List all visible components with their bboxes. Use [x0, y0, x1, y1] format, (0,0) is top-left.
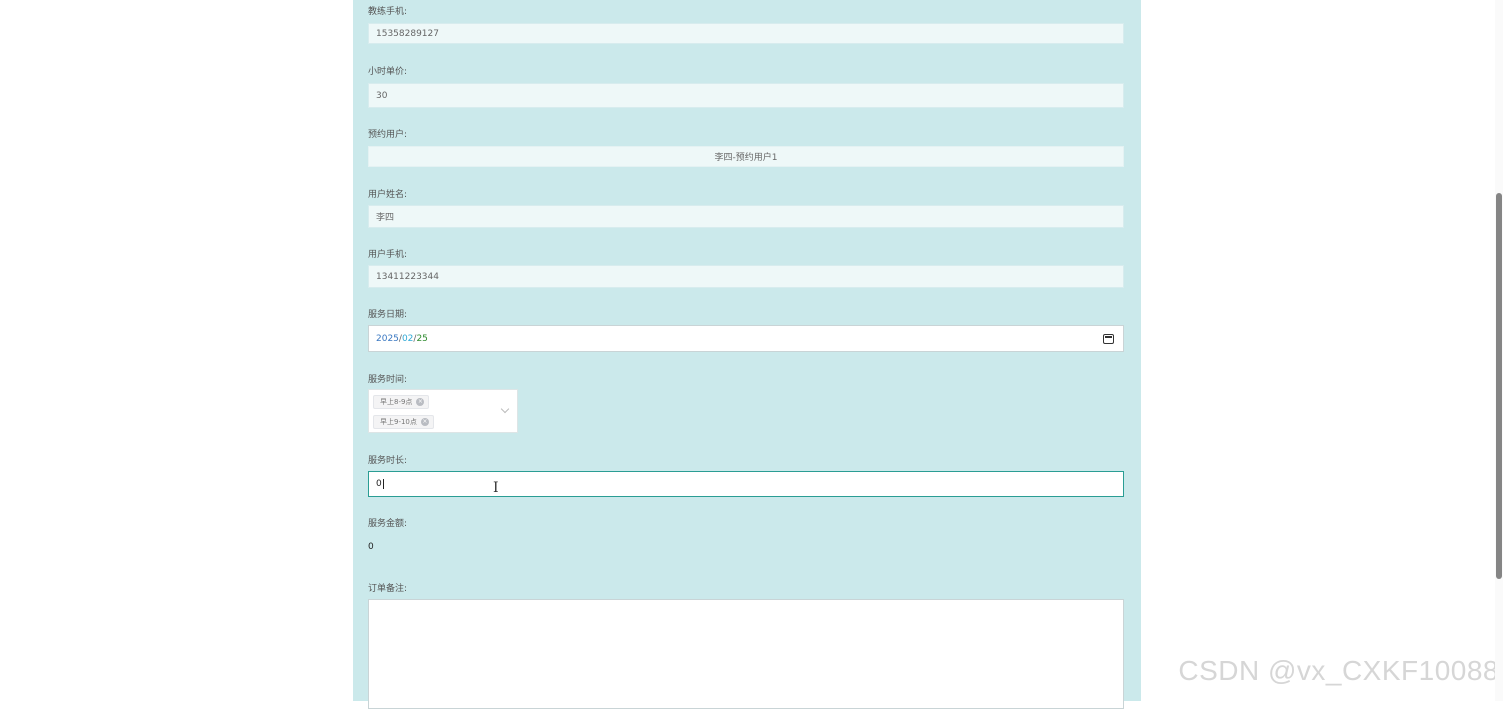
- service-amount-label: 服务金额:: [368, 519, 408, 529]
- service-time-label: 服务时间:: [368, 375, 408, 385]
- tag-close-icon[interactable]: ×: [420, 418, 429, 426]
- date-day: 25: [416, 333, 428, 344]
- time-tag: 早上9-10点 ×: [373, 415, 434, 429]
- date-year: 2025: [376, 333, 399, 344]
- coach-phone-label: 教练手机:: [368, 7, 408, 17]
- booking-user-label: 预约用户:: [368, 130, 408, 140]
- hourly-price-label: 小时单价:: [368, 67, 408, 77]
- booking-user-value: 李四-预约用户1: [714, 153, 778, 163]
- service-duration-value: 0: [376, 479, 382, 489]
- scrollbar-thumb[interactable]: [1496, 193, 1502, 579]
- order-note-textarea[interactable]: [368, 599, 1124, 709]
- tag-close-icon[interactable]: ×: [416, 398, 425, 406]
- service-amount-value: 0: [368, 542, 374, 552]
- date-month: 02: [401, 333, 414, 344]
- user-phone-label: 用户手机:: [368, 250, 408, 260]
- calendar-icon[interactable]: [1103, 334, 1114, 344]
- order-note-label: 订单备注:: [368, 584, 408, 594]
- user-phone-value: 13411223344: [376, 271, 439, 282]
- hourly-price-value: 30: [376, 90, 388, 101]
- time-tag-label: 早上9-10点: [380, 418, 417, 426]
- text-caret: [382, 479, 384, 489]
- hourly-price-field[interactable]: 30: [368, 83, 1124, 108]
- form-panel: 教练手机: 15358289127 小时单价: 30 预约用户: 李四-预约用户…: [353, 0, 1141, 709]
- coach-phone-value: 15358289127: [376, 28, 439, 39]
- service-duration-label: 服务时长:: [368, 456, 408, 466]
- service-time-select[interactable]: 早上8-9点 × 早上9-10点 ×: [368, 389, 518, 433]
- chevron-down-icon[interactable]: [500, 404, 510, 414]
- user-name-field[interactable]: 李四: [368, 205, 1124, 228]
- time-tag-label: 早上8-9点: [380, 398, 413, 406]
- user-phone-field[interactable]: 13411223344: [368, 265, 1124, 288]
- coach-phone-field[interactable]: 15358289127: [368, 23, 1124, 44]
- user-name-value: 李四: [376, 213, 395, 223]
- text-cursor-icon: I: [493, 480, 499, 496]
- watermark: CSDN @vx_CXKF10088: [1178, 655, 1499, 686]
- service-date-label: 服务日期:: [368, 310, 408, 320]
- scrollbar-track[interactable]: [1495, 0, 1503, 701]
- service-duration-input[interactable]: 0: [368, 471, 1124, 497]
- user-name-label: 用户姓名:: [368, 190, 408, 200]
- service-date-input[interactable]: 2025/02/25: [368, 325, 1124, 352]
- booking-user-field[interactable]: 李四-预约用户1: [368, 146, 1124, 167]
- time-tag: 早上8-9点 ×: [373, 395, 430, 409]
